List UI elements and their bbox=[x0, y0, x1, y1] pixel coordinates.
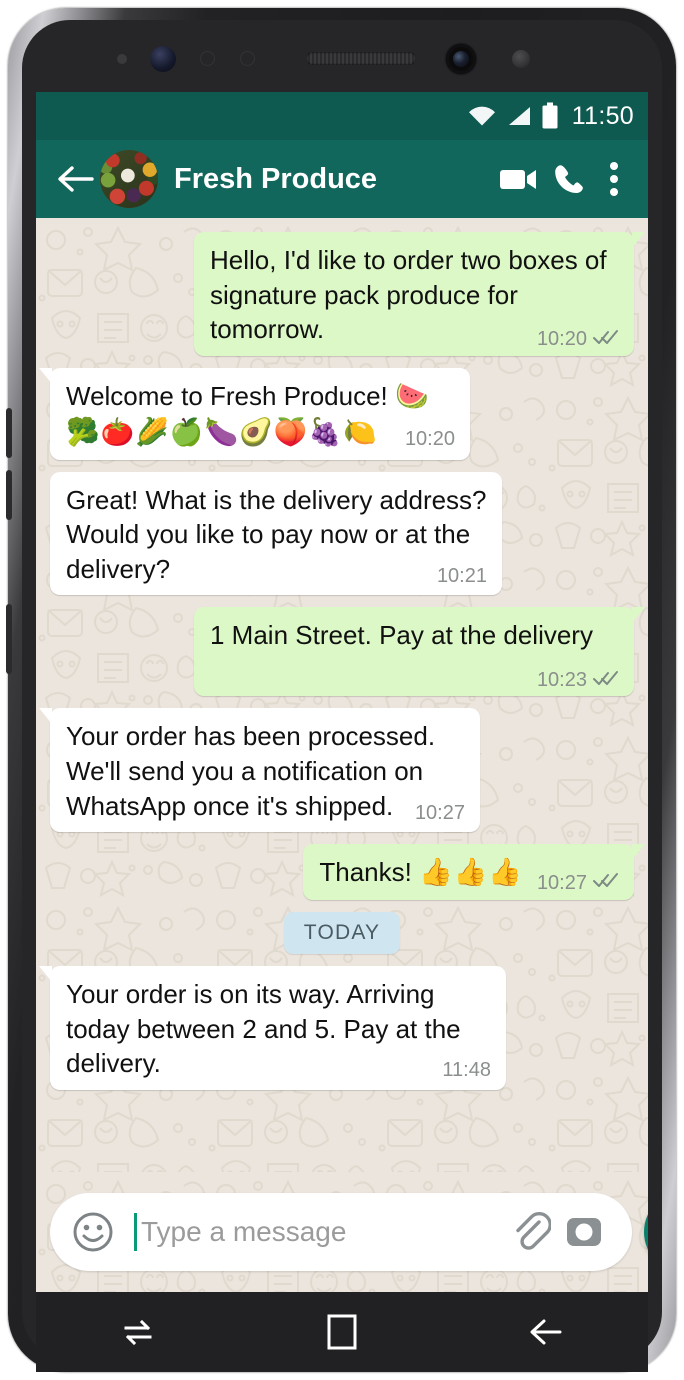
message-time: 10:27 bbox=[536, 871, 587, 894]
avatar[interactable] bbox=[100, 150, 158, 208]
chat-bubble-outgoing[interactable]: 1 Main Street. Pay at the delivery 10:23 bbox=[194, 607, 645, 697]
phone-top-bezel bbox=[22, 20, 662, 92]
android-navigation-bar bbox=[36, 1292, 648, 1372]
message-time: 10:23 bbox=[536, 669, 587, 692]
back-arrow-icon[interactable] bbox=[52, 156, 98, 202]
message-text: Your order is on its way. Arriving today… bbox=[66, 979, 461, 1079]
message-emoji: 👍👍👍 bbox=[419, 857, 523, 888]
recent-apps-icon[interactable] bbox=[98, 1302, 178, 1362]
battery-icon bbox=[541, 102, 559, 130]
earpiece-speaker bbox=[306, 52, 416, 65]
message-time: 10:21 bbox=[436, 564, 487, 587]
message-meta: 10:20 bbox=[537, 326, 619, 353]
home-icon[interactable] bbox=[302, 1302, 382, 1362]
message-row: Your order is on its way. Arriving today… bbox=[39, 966, 634, 1090]
notification-led bbox=[117, 54, 127, 64]
smiley-face-icon[interactable] bbox=[70, 1209, 116, 1255]
message-time: 10:20 bbox=[404, 427, 455, 450]
chat-bubble-outgoing[interactable]: Thanks! 👍👍👍 10:27 bbox=[303, 844, 645, 901]
message-meta: 10:27 bbox=[415, 803, 465, 823]
paperclip-icon[interactable] bbox=[504, 1206, 556, 1258]
status-bar: 11:50 bbox=[36, 92, 648, 140]
status-bar-clock: 11:50 bbox=[571, 101, 634, 130]
wifi-icon bbox=[467, 104, 497, 128]
message-text: Your order has been processed. We'll sen… bbox=[66, 721, 436, 821]
nav-back-icon[interactable] bbox=[506, 1302, 586, 1362]
sensor-aperture-1 bbox=[200, 51, 215, 66]
read-receipt-icon bbox=[593, 869, 619, 896]
cellular-signal-icon bbox=[506, 104, 532, 128]
video-call-icon[interactable] bbox=[494, 154, 544, 204]
message-time: 10:27 bbox=[414, 801, 465, 824]
message-time: 11:48 bbox=[442, 1059, 491, 1082]
message-row: Great! What is the delivery address? Wou… bbox=[50, 471, 634, 596]
chat-bubble-incoming[interactable]: Your order has been processed. We'll sen… bbox=[39, 708, 480, 833]
message-text: Great! What is the delivery address? Wou… bbox=[66, 484, 487, 584]
message-meta: 11:48 bbox=[442, 1060, 491, 1080]
iris-scanner bbox=[150, 46, 176, 72]
volume-down-button[interactable] bbox=[6, 470, 12, 520]
message-row: Hello, I'd like to order two boxes of si… bbox=[50, 232, 645, 356]
date-divider-badge: TODAY bbox=[283, 912, 401, 955]
phone-body: 11:50 Fresh Produce Hello, I'd like to o… bbox=[22, 20, 662, 1372]
chat-message-area[interactable]: Hello, I'd like to order two boxes of si… bbox=[36, 218, 648, 1172]
chat-bubble-incoming[interactable]: Your order is on its way. Arriving today… bbox=[39, 966, 506, 1090]
message-meta: 10:20 bbox=[405, 429, 455, 449]
message-row: Thanks! 👍👍👍 10:27 bbox=[50, 844, 645, 901]
message-text: 1 Main Street. Pay at the delivery bbox=[210, 620, 593, 651]
read-receipt-icon bbox=[593, 326, 619, 353]
message-input-bar bbox=[36, 1172, 648, 1292]
message-input[interactable] bbox=[141, 1216, 502, 1248]
chat-header: Fresh Produce bbox=[36, 140, 648, 218]
message-text: Thanks! bbox=[319, 857, 420, 888]
message-meta: 10:21 bbox=[437, 566, 487, 586]
voice-call-icon[interactable] bbox=[544, 154, 594, 204]
phone-frame: 11:50 Fresh Produce Hello, I'd like to o… bbox=[6, 8, 676, 1372]
message-meta: 10:27 bbox=[537, 869, 619, 896]
volume-up-button[interactable] bbox=[6, 408, 12, 458]
message-time: 10:20 bbox=[536, 328, 587, 351]
power-button[interactable] bbox=[6, 604, 12, 674]
proximity-sensor bbox=[512, 50, 530, 68]
front-camera bbox=[446, 44, 476, 74]
message-row: Your order has been processed. We'll sen… bbox=[39, 708, 634, 833]
message-row: Welcome to Fresh Produce! 🍉🥦🍅🌽🍏🍆🥑🍑🍇🍋 10:… bbox=[39, 367, 634, 460]
message-text: Welcome to Fresh Produce! bbox=[66, 380, 395, 411]
message-list: Hello, I'd like to order two boxes of si… bbox=[36, 218, 648, 1096]
contact-name[interactable]: Fresh Produce bbox=[174, 163, 494, 196]
date-divider-row: TODAY bbox=[50, 912, 634, 955]
chat-bubble-outgoing[interactable]: Hello, I'd like to order two boxes of si… bbox=[194, 232, 645, 356]
chat-bubble-incoming[interactable]: Welcome to Fresh Produce! 🍉🥦🍅🌽🍏🍆🥑🍑🍇🍋 10:… bbox=[39, 367, 470, 460]
sensor-aperture-2 bbox=[240, 51, 255, 66]
compose-box[interactable] bbox=[50, 1193, 632, 1271]
phone-screen: 11:50 Fresh Produce Hello, I'd like to o… bbox=[36, 92, 648, 1292]
overflow-menu-icon[interactable] bbox=[594, 154, 634, 204]
text-caret bbox=[134, 1213, 137, 1251]
message-meta: 10:23 bbox=[537, 667, 619, 694]
message-row: 1 Main Street. Pay at the delivery 10:23 bbox=[50, 607, 645, 697]
camera-icon[interactable] bbox=[558, 1206, 610, 1258]
chat-bubble-incoming[interactable]: Great! What is the delivery address? Wou… bbox=[50, 471, 502, 596]
read-receipt-icon bbox=[593, 667, 619, 694]
